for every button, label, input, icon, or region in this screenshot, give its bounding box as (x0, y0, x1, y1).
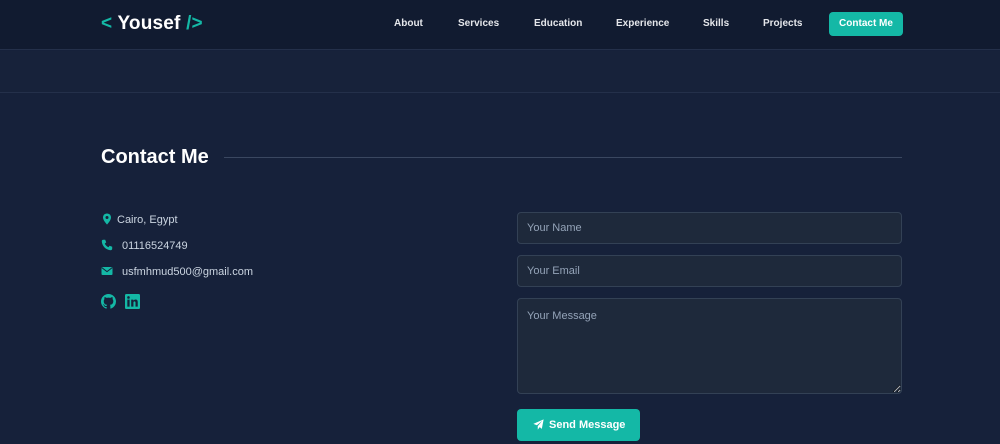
nav-link-education[interactable]: Education (534, 18, 582, 29)
nav-link-about[interactable]: About (394, 18, 423, 29)
linkedin-icon[interactable] (125, 294, 140, 309)
send-message-button[interactable]: Send Message (517, 409, 640, 441)
contact-me-button[interactable]: Contact Me (829, 12, 903, 36)
name-input[interactable] (517, 212, 902, 244)
navbar: < Yousef /> About Services Education Exp… (0, 0, 1000, 50)
phone-text: 01116524749 (122, 240, 188, 252)
nav-link-experience[interactable]: Experience (616, 18, 669, 29)
section-title: Contact Me (101, 146, 209, 168)
send-message-label: Send Message (549, 419, 626, 431)
title-divider (224, 157, 902, 158)
phone-icon (101, 239, 113, 251)
message-textarea[interactable] (517, 298, 902, 394)
paper-plane-icon (533, 419, 544, 430)
location-text: Cairo, Egypt (117, 214, 178, 226)
nav-link-services[interactable]: Services (458, 18, 499, 29)
email-text: usfmhmud500@gmail.com (122, 266, 253, 278)
nav-link-skills[interactable]: Skills (703, 18, 729, 29)
email-input[interactable] (517, 255, 902, 287)
nav-link-projects[interactable]: Projects (763, 18, 802, 29)
location-pin-icon (103, 213, 111, 225)
nav-links: About Services Education Experience Skil… (0, 0, 1000, 50)
envelope-icon (101, 267, 113, 275)
section-divider-band (0, 51, 1000, 93)
github-icon[interactable] (101, 294, 116, 309)
